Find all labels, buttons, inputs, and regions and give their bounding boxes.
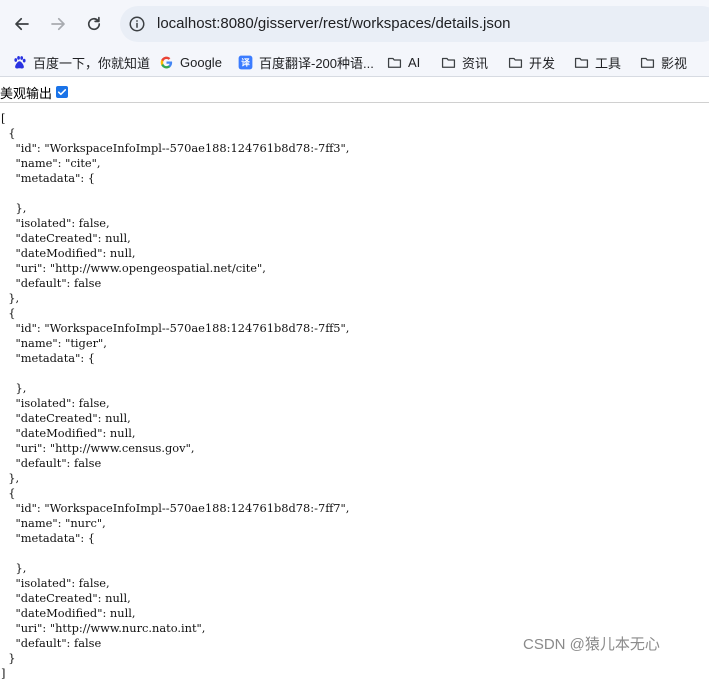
bookmark-label: 百度一下，你就知道 (33, 55, 151, 71)
bookmark-baidu-translate[interactable]: 译 百度翻译-200种语... (238, 53, 374, 71)
google-g-icon (160, 56, 173, 68)
divider (0, 102, 709, 103)
bookmark-folder-news[interactable]: 资讯 (441, 53, 488, 71)
bookmarks-bar: 百度一下，你就知道 Google 译 百度翻译-200种语... AI 资讯 开… (0, 48, 709, 77)
bookmark-label: 开发 (529, 55, 556, 71)
pretty-print-control: 美观输出 (0, 82, 69, 102)
bookmark-google[interactable]: Google (159, 53, 222, 71)
svg-text:译: 译 (241, 56, 250, 68)
browser-toolbar: localhost:8080/gisserver/rest/workspaces… (0, 0, 709, 48)
checkmark-icon (57, 89, 67, 96)
pretty-print-label: 美观输出 (0, 85, 53, 101)
bookmark-baidu[interactable]: 百度一下，你就知道 (12, 53, 150, 71)
folder-icon (508, 57, 523, 68)
back-button[interactable] (7, 9, 37, 39)
bookmark-label: 工具 (595, 55, 622, 71)
csdn-watermark: CSDN @猿儿本无心 (523, 636, 660, 653)
reload-button[interactable] (79, 9, 109, 39)
forward-arrow-icon (51, 17, 65, 31)
pretty-print-checkbox[interactable] (56, 86, 69, 98)
folder-icon (574, 57, 589, 68)
folder-icon (441, 57, 456, 68)
bookmark-label: Google (180, 54, 222, 70)
url-text: localhost:8080/gisserver/rest/workspaces… (157, 15, 511, 32)
address-bar[interactable]: localhost:8080/gisserver/rest/workspaces… (120, 6, 709, 42)
bookmark-folder-tools[interactable]: 工具 (574, 53, 621, 71)
bookmark-label: 影视 (661, 55, 688, 71)
folder-icon (387, 57, 402, 68)
bookmark-folder-ai[interactable]: AI (387, 53, 420, 71)
baidu-paw-icon (14, 55, 26, 69)
site-info-icon[interactable] (128, 15, 146, 33)
bookmark-label: 资讯 (462, 55, 489, 71)
forward-button[interactable] (43, 9, 73, 39)
back-arrow-icon (15, 17, 29, 31)
reload-icon (87, 16, 101, 31)
json-output: [ { "id": "WorkspaceInfoImpl--570ae188:1… (1, 111, 350, 680)
bookmark-folder-video[interactable]: 影视 (640, 53, 687, 71)
bookmark-label: 百度翻译-200种语... (259, 55, 374, 71)
bookmark-folder-dev[interactable]: 开发 (508, 53, 555, 71)
folder-icon (640, 57, 655, 68)
bookmark-label: AI (408, 54, 421, 70)
baidu-translate-icon: 译 (238, 55, 253, 69)
